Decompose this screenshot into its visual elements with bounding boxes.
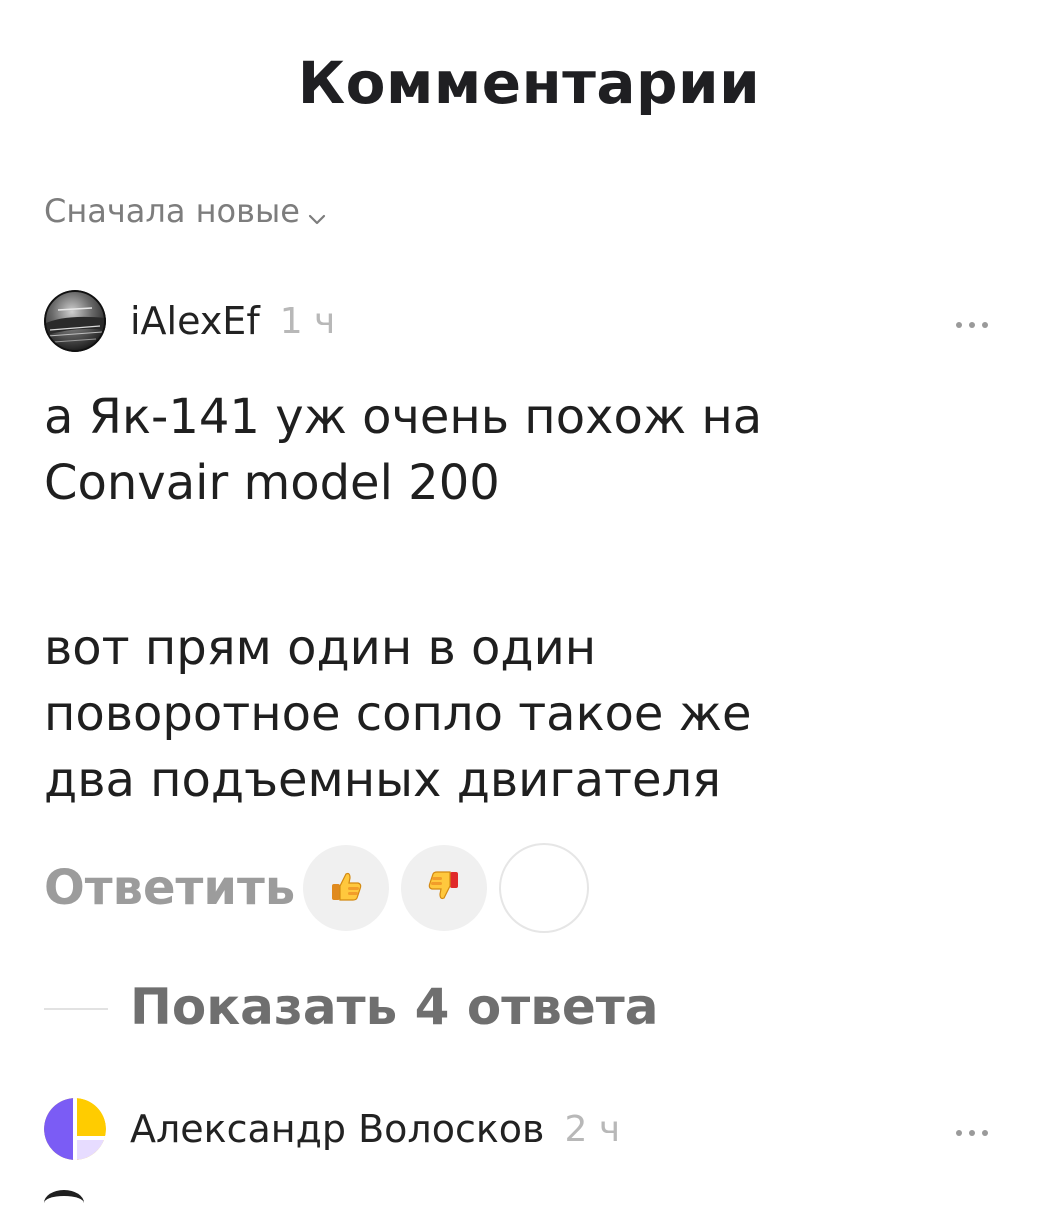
comment-text: а Як-141 уж очень похож на Convair model… [44,384,1004,813]
comment-text-partial [44,1190,84,1216]
comment-header: iAlexEf 1 ч [44,290,335,352]
more-horizontal-icon[interactable] [952,316,992,328]
comment-line: поворотное сопло такое же [44,686,752,742]
comment-author[interactable]: iAlexEf [130,299,260,343]
comment-line: а Як-141 уж очень похож на [44,389,763,445]
sort-dropdown[interactable]: Сначала новые [44,192,328,230]
thread-divider [44,1008,108,1010]
comment-time: 2 ч [564,1108,621,1150]
page-title: Комментарии [297,49,761,117]
comment-line: вот прям один в один [44,620,597,676]
dislike-button[interactable] [401,845,488,931]
comment-time: 1 ч [279,300,336,342]
reply-button[interactable]: Ответить [44,860,295,916]
like-button[interactable] [303,845,390,931]
comment-header: Александр Волосков 2 ч [44,1098,620,1160]
more-horizontal-icon[interactable] [952,1124,992,1136]
comment-author[interactable]: Александр Волосков [130,1107,544,1151]
thumbs-down-icon [424,866,464,910]
thumbs-up-icon [326,866,366,910]
avatar[interactable] [44,290,106,352]
comment-actions: Ответить [44,843,601,933]
show-replies-button[interactable]: Показать 4 ответа [130,978,658,1036]
chevron-down-icon [306,200,328,225]
comment-line: два подъемных двигателя [44,752,722,808]
sort-label: Сначала новые [44,192,300,230]
add-reaction-button[interactable] [499,843,590,933]
comment-line: Convair model 200 [44,455,500,511]
avatar[interactable] [44,1098,106,1160]
